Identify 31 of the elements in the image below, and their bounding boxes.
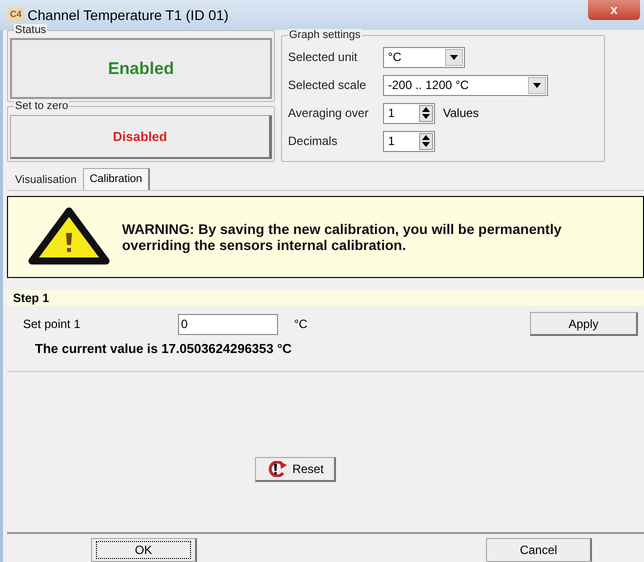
field-label: Set point 1 — [23, 316, 82, 333]
unit-label: °C — [294, 316, 308, 333]
group-title: Graph settings — [288, 29, 362, 42]
apply-button[interactable]: Apply — [530, 312, 638, 336]
dialog-button[interactable]: OK — [91, 538, 197, 562]
field-label: Selected scale — [288, 77, 368, 94]
field-label: Selected unit — [288, 49, 358, 66]
spinner-field[interactable]: 1 — [383, 130, 435, 152]
close-button[interactable]: x — [588, 0, 640, 20]
tab[interactable]: Visualisation — [9, 170, 83, 190]
status-value: Enabled — [10, 38, 272, 99]
reset-icon — [266, 461, 288, 477]
warning-icon — [26, 207, 112, 267]
reset-button[interactable]: Reset — [255, 457, 336, 482]
step-title: Step 1 — [7, 290, 644, 306]
dropdown[interactable]: °C — [383, 46, 465, 68]
dropdown[interactable]: -200 .. 1200 °C — [383, 74, 548, 96]
spinner-field[interactable]: 1 — [383, 102, 435, 124]
set-to-zero-button[interactable]: Disabled — [10, 115, 272, 159]
app-icon: C4 — [8, 8, 24, 22]
warning-text: WARNING: By saving the new calibration, you will be permanently overriding the sensors internal calibration. — [122, 221, 563, 253]
spinner-arrows-icon — [419, 104, 433, 122]
current-value-text: The current value is 17.0503624296353 °C — [34, 340, 293, 358]
window-title: Channel Temperature T1 (ID 01) — [28, 6, 229, 25]
field-label: Decimals — [288, 133, 338, 150]
input-field[interactable]: 0 — [178, 314, 278, 334]
spinner-arrows-icon — [419, 132, 433, 150]
dialog-button[interactable]: Cancel — [486, 538, 592, 562]
unit-label: Values — [443, 105, 479, 122]
field-label: Averaging over — [288, 105, 370, 122]
tab[interactable]: Calibration — [82, 168, 150, 190]
